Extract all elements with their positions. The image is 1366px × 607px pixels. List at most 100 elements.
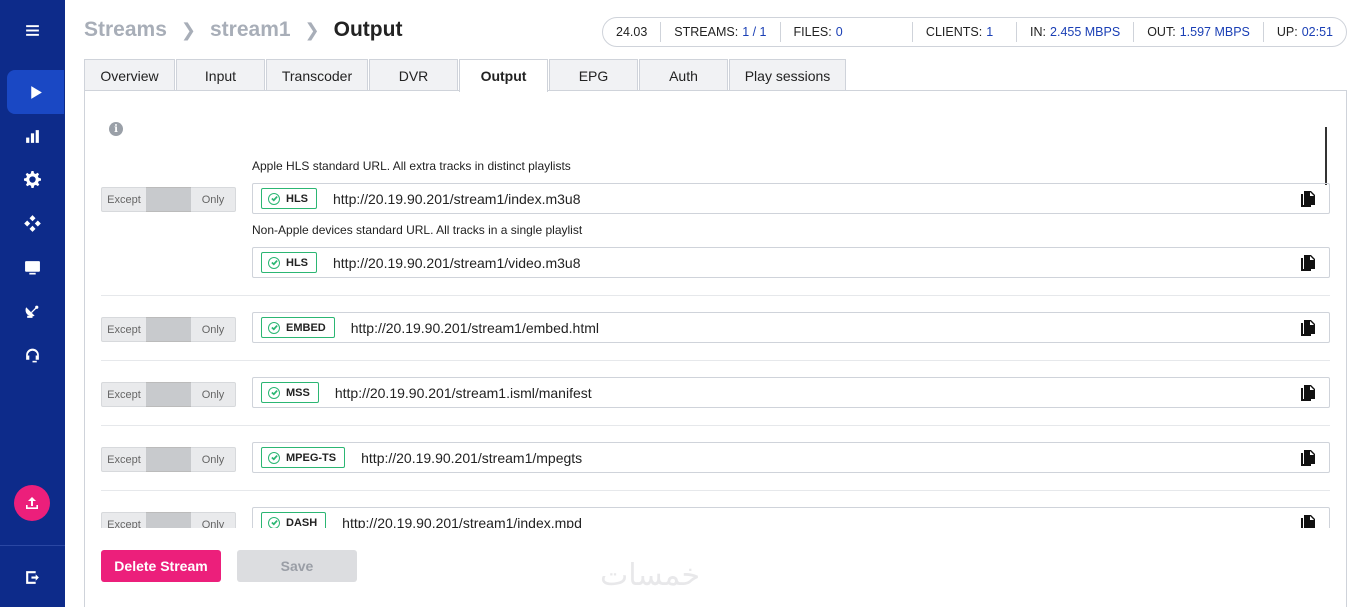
page-title: Output: [333, 18, 403, 41]
copy-icon[interactable]: [1300, 320, 1315, 336]
only-option[interactable]: Only: [191, 512, 236, 528]
protocol-badge: MSS: [261, 382, 319, 403]
sidebar-item-streams[interactable]: [7, 70, 64, 114]
copy-icon[interactable]: [1300, 450, 1315, 466]
sidebar-item-stats[interactable]: [0, 114, 65, 158]
copy-icon[interactable]: [1300, 515, 1315, 528]
uptime-label: UP:: [1276, 25, 1298, 39]
version-value: 24.03: [616, 25, 648, 39]
in-label: IN:: [1030, 25, 1047, 39]
dash-url-field[interactable]: DASH http://20.19.90.201/stream1/index.m…: [252, 507, 1330, 528]
only-option[interactable]: Only: [191, 382, 236, 407]
streams-label: STREAMS:: [674, 25, 739, 39]
tab-transcoder[interactable]: Transcoder: [266, 59, 368, 91]
sidebar-item-support[interactable]: [0, 333, 65, 377]
tab-epg[interactable]: EPG: [549, 59, 638, 91]
menu-button[interactable]: [0, 8, 65, 52]
badge-label: HLS: [286, 192, 308, 205]
except-option[interactable]: Except: [101, 512, 146, 528]
breadcrumb-stream[interactable]: stream1: [210, 18, 291, 42]
headset-icon: [26, 348, 39, 362]
sidebar-item-settings[interactable]: [0, 157, 65, 201]
output-url[interactable]: http://20.19.90.201/stream1/mpegts: [361, 450, 582, 466]
toggle-slider[interactable]: [146, 187, 191, 212]
stat-out: OUT: 1.597 MBPS: [1134, 22, 1264, 42]
tab-overview[interactable]: Overview: [84, 59, 175, 91]
badge-label: DASH: [286, 516, 318, 529]
hls-filter-toggle[interactable]: Except Only: [101, 187, 236, 212]
output-url[interactable]: http://20.19.90.201/stream1/video.m3u8: [333, 255, 581, 271]
badge-label: MPEG-TS: [286, 451, 337, 464]
except-option[interactable]: Except: [101, 447, 146, 472]
except-option[interactable]: Except: [101, 317, 146, 342]
output-list: i Except Only Apple HLS standard URL. Al…: [85, 91, 1348, 528]
output-url[interactable]: http://20.19.90.201/stream1/index.mpd: [342, 515, 582, 529]
monitor-icon: [25, 260, 40, 275]
bar-chart-icon: [26, 129, 39, 143]
hls-nonapple-url-field[interactable]: HLS http://20.19.90.201/stream1/video.m3…: [252, 247, 1330, 278]
protocol-badge: EMBED: [261, 317, 335, 338]
hls-apple-description: Apple HLS standard URL. All extra tracks…: [252, 159, 571, 173]
menu-icon: [26, 24, 39, 36]
only-option[interactable]: Only: [191, 187, 236, 212]
output-panel: i Except Only Apple HLS standard URL. Al…: [84, 90, 1347, 607]
play-icon: [31, 85, 42, 99]
streams-value: 1 / 1: [742, 25, 767, 39]
hls-nonapple-description: Non-Apple devices standard URL. All trac…: [252, 223, 583, 237]
badge-label: MSS: [286, 386, 310, 399]
stat-streams: STREAMS: 1 / 1: [661, 22, 781, 42]
mpegts-url-field[interactable]: MPEG-TS http://20.19.90.201/stream1/mpeg…: [252, 442, 1330, 473]
except-option[interactable]: Except: [101, 382, 146, 407]
check-circle-icon: [268, 192, 280, 205]
stat-version: 24.03: [603, 22, 662, 42]
only-option[interactable]: Only: [191, 317, 236, 342]
check-circle-icon: [268, 256, 280, 269]
scrollbar[interactable]: [1325, 127, 1327, 185]
delete-stream-button[interactable]: Delete Stream: [101, 550, 221, 582]
embed-filter-toggle[interactable]: Except Only: [101, 317, 236, 342]
dash-filter-toggle[interactable]: Except Only: [101, 512, 236, 528]
tab-input[interactable]: Input: [176, 59, 265, 91]
copy-icon[interactable]: [1300, 255, 1315, 271]
check-circle-icon: [268, 386, 280, 399]
toggle-slider[interactable]: [146, 512, 191, 528]
badge-label: HLS: [286, 256, 308, 269]
only-option[interactable]: Only: [191, 447, 236, 472]
save-button[interactable]: Save: [237, 550, 357, 582]
mss-url-field[interactable]: MSS http://20.19.90.201/stream1.isml/man…: [252, 377, 1330, 408]
files-label: FILES:: [793, 25, 832, 39]
output-url[interactable]: http://20.19.90.201/stream1.isml/manifes…: [335, 385, 592, 401]
network-icon: [24, 214, 41, 232]
hls-apple-url-field[interactable]: HLS http://20.19.90.201/stream1/index.m3…: [252, 183, 1330, 214]
in-value: 2.455 MBPS: [1050, 25, 1121, 39]
copy-icon[interactable]: [1300, 191, 1315, 207]
tab-auth[interactable]: Auth: [639, 59, 728, 91]
mpegts-filter-toggle[interactable]: Except Only: [101, 447, 236, 472]
protocol-badge: HLS: [261, 252, 317, 273]
tab-play-sessions[interactable]: Play sessions: [729, 59, 846, 91]
info-icon[interactable]: i: [109, 122, 123, 136]
sidebar-item-players[interactable]: [0, 245, 65, 289]
upload-button[interactable]: [14, 485, 50, 521]
breadcrumb-streams[interactable]: Streams: [84, 18, 167, 42]
tab-dvr[interactable]: DVR: [369, 59, 458, 91]
server-stats-bar: 24.03 STREAMS: 1 / 1 FILES: 0 CLIENTS: 1 IN…: [602, 17, 1347, 47]
mss-filter-toggle[interactable]: Except Only: [101, 382, 236, 407]
row-divider: [101, 360, 1330, 361]
except-option[interactable]: Except: [101, 187, 146, 212]
sidebar-item-sources[interactable]: [0, 289, 65, 333]
files-value: 0: [835, 25, 843, 39]
output-url[interactable]: http://20.19.90.201/stream1/embed.html: [351, 320, 599, 336]
protocol-badge: HLS: [261, 188, 317, 209]
protocol-badge: MPEG-TS: [261, 447, 346, 468]
embed-url-field[interactable]: EMBED http://20.19.90.201/stream1/embed.…: [252, 312, 1330, 343]
output-url[interactable]: http://20.19.90.201/stream1/index.m3u8: [333, 191, 581, 207]
copy-icon[interactable]: [1300, 385, 1315, 401]
chevron-right-icon: ❯: [180, 19, 196, 40]
tab-output[interactable]: Output: [459, 59, 548, 92]
logout-button[interactable]: [0, 555, 65, 599]
toggle-slider[interactable]: [146, 447, 191, 472]
toggle-slider[interactable]: [146, 317, 191, 342]
toggle-slider[interactable]: [146, 382, 191, 407]
sidebar-item-cluster[interactable]: [0, 201, 65, 245]
